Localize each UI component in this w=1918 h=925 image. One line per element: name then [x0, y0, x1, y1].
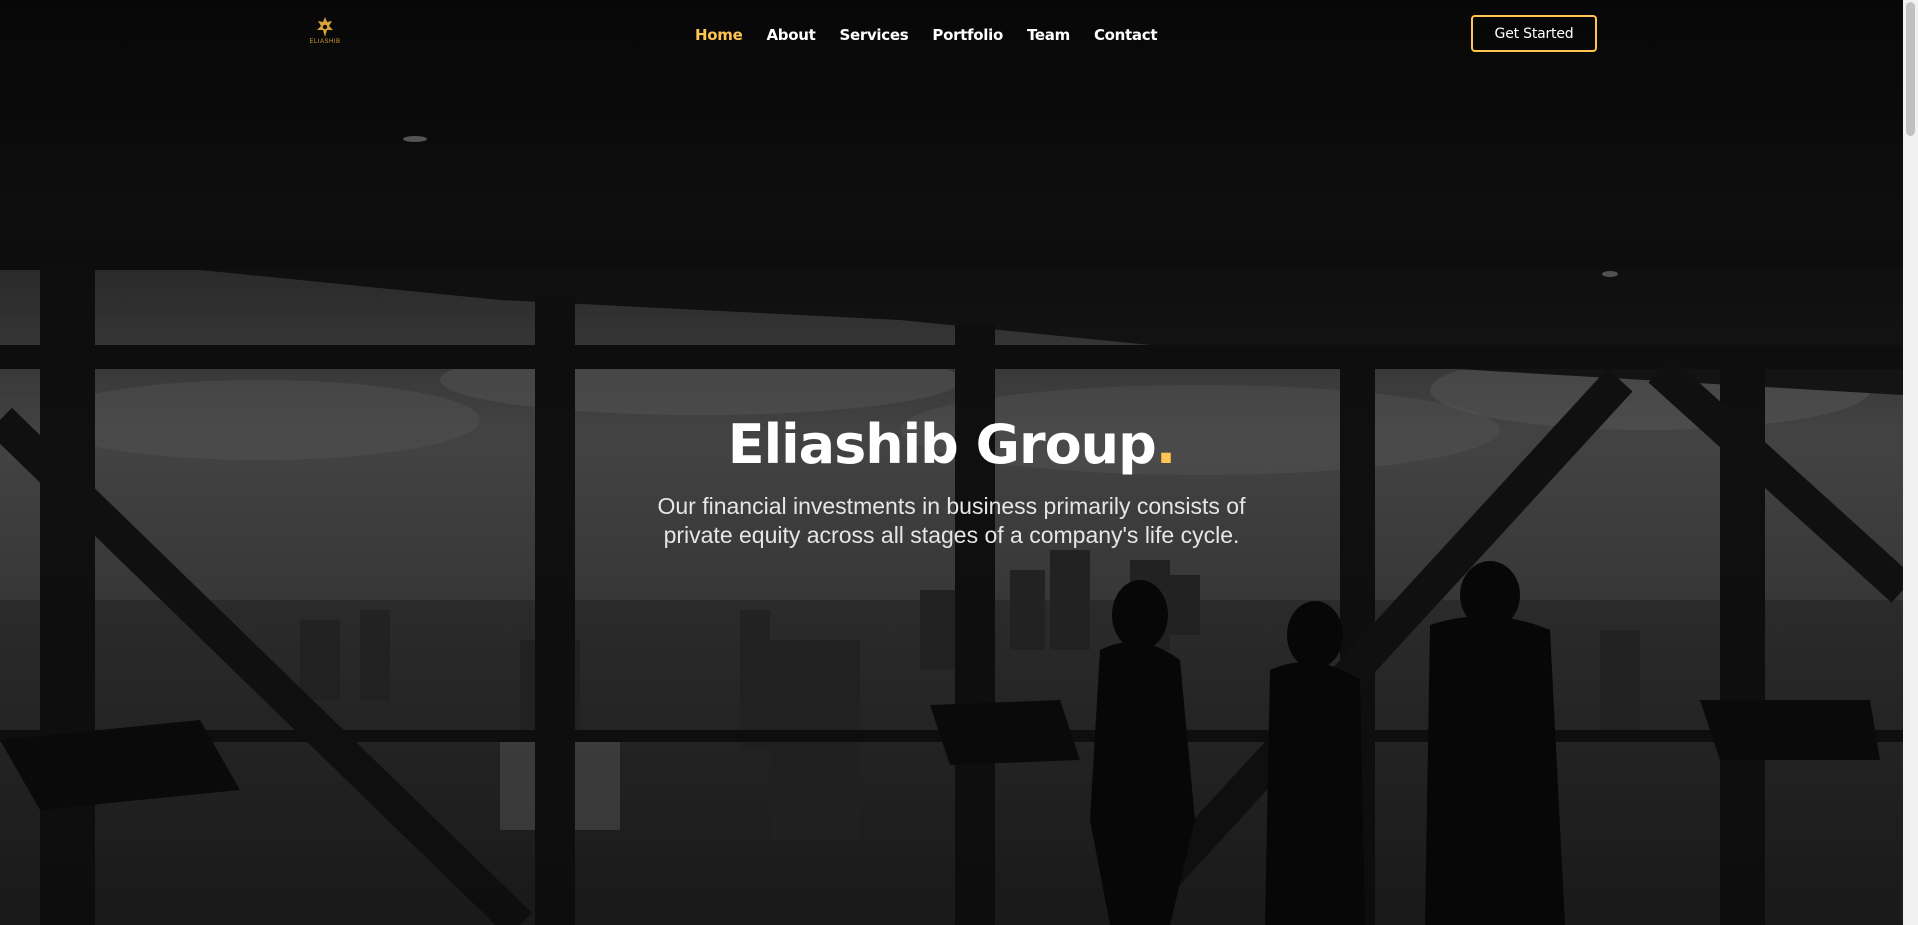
nav-team[interactable]: Team: [1027, 26, 1070, 44]
nav-about[interactable]: About: [766, 26, 815, 44]
hero-title-text: Eliashib Group: [727, 413, 1157, 476]
get-started-button[interactable]: Get Started: [1471, 15, 1597, 52]
page-scrollbar[interactable]: [1903, 0, 1918, 925]
logo-text: ELIASHIB: [309, 39, 341, 45]
scrollbar-thumb[interactable]: [1906, 2, 1915, 136]
nav-home[interactable]: Home: [695, 26, 743, 44]
hero-subtitle: Our financial investments in business pr…: [657, 493, 1246, 548]
site-header: ELIASHIB Home About Services Portfolio T…: [0, 0, 1903, 70]
main-nav: Home About Services Portfolio Team Conta…: [695, 22, 1181, 48]
hero-title-dot: .: [1155, 413, 1176, 476]
hero-title: Eliashib Group.: [0, 412, 1903, 478]
site-logo[interactable]: ELIASHIB: [305, 16, 345, 50]
eliashib-emblem-icon: [317, 17, 333, 37]
nav-services[interactable]: Services: [839, 26, 908, 44]
nav-contact[interactable]: Contact: [1094, 26, 1158, 44]
nav-portfolio[interactable]: Portfolio: [932, 26, 1003, 44]
